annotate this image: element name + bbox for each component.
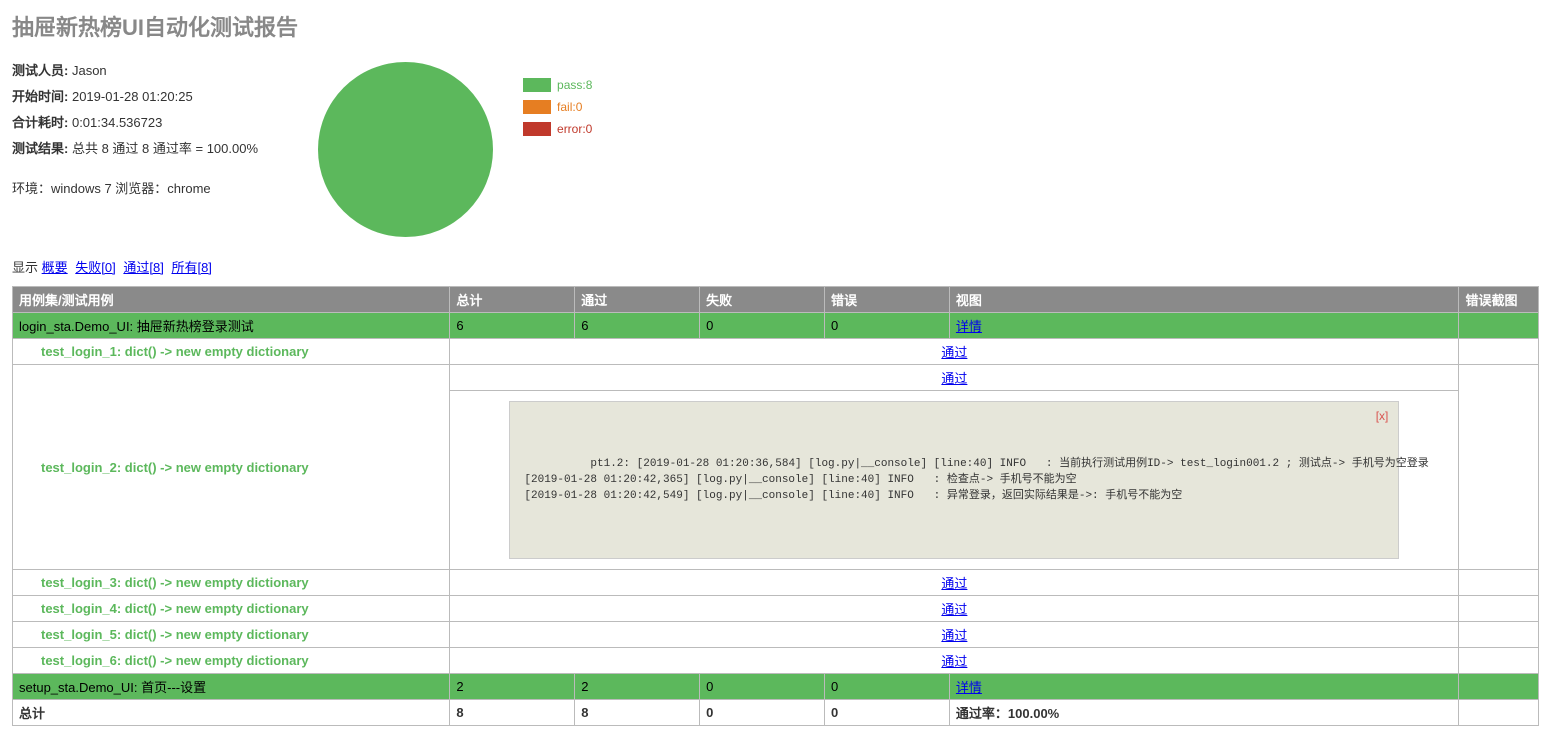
start-value: 2019-01-28 01:20:25 xyxy=(72,89,193,104)
table-row: test_login_2: dict() -> new empty dictio… xyxy=(13,365,1539,391)
pie-chart xyxy=(318,62,493,237)
log-line: pt1.2: [2019-01-28 01:20:36,584] [log.py… xyxy=(590,458,1428,470)
filter-failed-link[interactable]: 失败[0] xyxy=(75,260,115,275)
log-line: [2019-01-28 01:20:42,365] [log.py|__cons… xyxy=(524,474,1076,486)
suite-name: login_sta.Demo_UI: 抽屉新热榜登录测试 xyxy=(13,313,450,339)
tester-label: 测试人员: xyxy=(12,63,68,78)
case-screenshot xyxy=(1459,339,1539,365)
suite-error: 0 xyxy=(825,674,950,700)
suite-total: 2 xyxy=(450,674,575,700)
table-row: test_login_6: dict() -> new empty dictio… xyxy=(13,648,1539,674)
col-screenshot: 错误截图 xyxy=(1459,287,1539,313)
case-screenshot xyxy=(1459,570,1539,596)
case-pass-link[interactable]: 通过 xyxy=(941,345,967,360)
result-label: 测试结果: xyxy=(12,141,68,156)
case-screenshot xyxy=(1459,365,1539,570)
case-pass-link[interactable]: 通过 xyxy=(941,576,967,591)
case-name: test_login_6: dict() -> new empty dictio… xyxy=(13,648,450,674)
result-value: 总共 8 通过 8 通过率 = 100.00% xyxy=(72,141,258,156)
totals-pass: 8 xyxy=(575,700,700,726)
duration-value: 0:01:34.536723 xyxy=(72,115,162,130)
suite-name: setup_sta.Demo_UI: 首页---设置 xyxy=(13,674,450,700)
case-name: test_login_2: dict() -> new empty dictio… xyxy=(13,365,450,570)
suite-fail: 0 xyxy=(700,674,825,700)
totals-fail: 0 xyxy=(700,700,825,726)
case-name: test_login_5: dict() -> new empty dictio… xyxy=(13,622,450,648)
meta-block: 测试人员: Jason 开始时间: 2019-01-28 01:20:25 合计… xyxy=(12,58,258,202)
suite-error: 0 xyxy=(825,313,950,339)
suite-pass: 6 xyxy=(575,313,700,339)
filter-passed-link[interactable]: 通过[8] xyxy=(123,260,163,275)
log-panel: [x]pt1.2: [2019-01-28 01:20:36,584] [log… xyxy=(509,401,1399,559)
legend-swatch-pass xyxy=(523,78,551,92)
close-icon[interactable]: [x] xyxy=(1376,408,1389,424)
filter-summary-link[interactable]: 概要 xyxy=(42,260,68,275)
suite-pass: 2 xyxy=(575,674,700,700)
legend-swatch-fail xyxy=(523,100,551,114)
col-total: 总计 xyxy=(450,287,575,313)
case-name: test_login_3: dict() -> new empty dictio… xyxy=(13,570,450,596)
log-line: [2019-01-28 01:20:42,549] [log.py|__cons… xyxy=(524,490,1182,502)
table-row: test_login_4: dict() -> new empty dictio… xyxy=(13,596,1539,622)
case-pass-link[interactable]: 通过 xyxy=(941,602,967,617)
suite-detail-link[interactable]: 详情 xyxy=(956,319,982,334)
legend-error: error:0 xyxy=(557,122,592,136)
totals-row: 总计 8 8 0 0 通过率：100.00% xyxy=(13,700,1539,726)
suite-screenshot xyxy=(1459,674,1539,700)
chart-legend: pass:8 fail:0 error:0 xyxy=(523,62,592,144)
case-pass-link[interactable]: 通过 xyxy=(941,628,967,643)
table-row: test_login_5: dict() -> new empty dictio… xyxy=(13,622,1539,648)
totals-screenshot xyxy=(1459,700,1539,726)
suite-row: login_sta.Demo_UI: 抽屉新热榜登录测试 6 6 0 0 详情 xyxy=(13,313,1539,339)
table-row: test_login_1: dict() -> new empty dictio… xyxy=(13,339,1539,365)
case-screenshot xyxy=(1459,648,1539,674)
case-pass-link[interactable]: 通过 xyxy=(941,371,967,386)
case-screenshot xyxy=(1459,622,1539,648)
col-name: 用例集/测试用例 xyxy=(13,287,450,313)
tester-value: Jason xyxy=(72,63,107,78)
col-error: 错误 xyxy=(825,287,950,313)
suite-screenshot xyxy=(1459,313,1539,339)
suite-fail: 0 xyxy=(700,313,825,339)
table-row: test_login_3: dict() -> new empty dictio… xyxy=(13,570,1539,596)
legend-pass: pass:8 xyxy=(557,78,592,92)
col-fail: 失败 xyxy=(700,287,825,313)
totals-label: 总计 xyxy=(13,700,450,726)
totals-error: 0 xyxy=(825,700,950,726)
filter-all-link[interactable]: 所有[8] xyxy=(171,260,211,275)
col-view: 视图 xyxy=(949,287,1459,313)
start-label: 开始时间: xyxy=(12,89,68,104)
case-name: test_login_4: dict() -> new empty dictio… xyxy=(13,596,450,622)
suite-total: 6 xyxy=(450,313,575,339)
case-screenshot xyxy=(1459,596,1539,622)
suite-detail-link[interactable]: 详情 xyxy=(956,680,982,695)
filter-bar: 显示 概要 失败[0] 通过[8] 所有[8] xyxy=(12,257,1539,276)
page-title: 抽屉新热榜UI自动化测试报告 xyxy=(12,10,1539,42)
results-table: 用例集/测试用例 总计 通过 失败 错误 视图 错误截图 login_sta.D… xyxy=(12,286,1539,726)
totals-total: 8 xyxy=(450,700,575,726)
legend-fail: fail:0 xyxy=(557,100,582,114)
legend-swatch-error xyxy=(523,122,551,136)
env-value: 环境：windows 7 浏览器：chrome xyxy=(12,176,258,202)
suite-row: setup_sta.Demo_UI: 首页---设置 2 2 0 0 详情 xyxy=(13,674,1539,700)
duration-label: 合计耗时: xyxy=(12,115,68,130)
filter-label: 显示 xyxy=(12,260,38,275)
totals-rate: 通过率：100.00% xyxy=(949,700,1459,726)
col-pass: 通过 xyxy=(575,287,700,313)
case-name: test_login_1: dict() -> new empty dictio… xyxy=(13,339,450,365)
